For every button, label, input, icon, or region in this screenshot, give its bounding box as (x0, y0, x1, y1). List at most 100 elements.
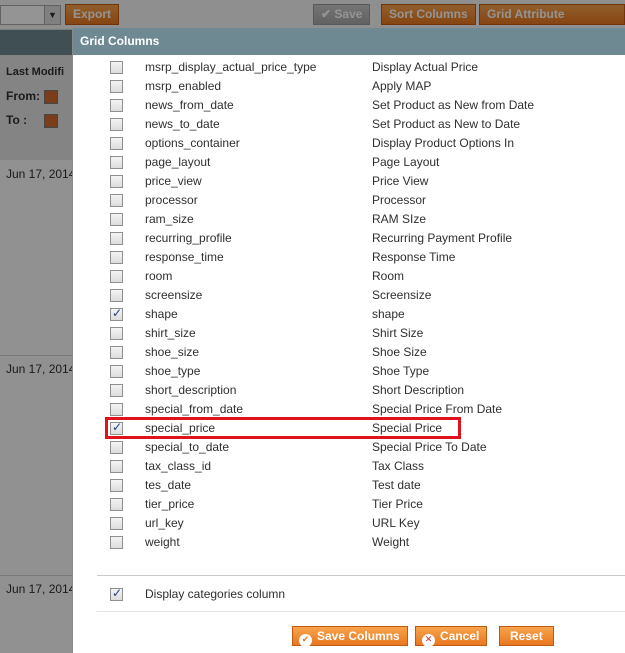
column-row-news-to-date: news_to_date Set Product as New to Date (73, 115, 625, 134)
column-code: tax_class_id (145, 459, 212, 473)
column-label: Page Layout (372, 155, 440, 169)
column-checkbox[interactable] (110, 156, 123, 169)
column-row-price-view: price_view Price View (73, 172, 625, 191)
reset-button[interactable]: Reset (499, 626, 554, 646)
column-checkbox[interactable] (110, 99, 123, 112)
column-code: url_key (145, 516, 184, 530)
column-checkbox[interactable] (110, 194, 123, 207)
column-label: Recurring Payment Profile (372, 231, 513, 245)
column-checkbox[interactable] (110, 137, 123, 150)
column-label: Special Price From Date (372, 402, 503, 416)
column-row-weight: weight Weight (73, 533, 625, 552)
column-row-recurring-profile: recurring_profile Recurring Payment Profi… (73, 229, 625, 248)
column-label: Price View (372, 174, 429, 188)
column-label: Special Price To Date (372, 440, 487, 454)
column-row-tax-class-id: tax_class_id Tax Class (73, 457, 625, 476)
column-label: Test date (372, 478, 421, 492)
column-row-url-key: url_key URL Key (73, 514, 625, 533)
column-label: Weight (372, 535, 410, 549)
column-row-shoe-type: shoe_type Shoe Type (73, 362, 625, 381)
close-circle-icon: ✕ (422, 634, 435, 647)
dialog-title: Grid Columns (73, 28, 625, 55)
display-categories-row: Display categories column (73, 585, 625, 604)
column-checkbox[interactable] (110, 460, 123, 473)
column-code: news_to_date (145, 117, 220, 131)
column-checkbox[interactable] (110, 270, 123, 283)
column-checkbox[interactable] (110, 441, 123, 454)
column-checkbox[interactable] (110, 498, 123, 511)
column-label: Shoe Type (372, 364, 430, 378)
cancel-label: Cancel (440, 629, 480, 643)
column-checkbox[interactable] (110, 61, 123, 74)
column-checkbox[interactable] (110, 327, 123, 340)
column-label: URL Key (372, 516, 420, 530)
column-label: Processor (372, 193, 427, 207)
column-row-room: room Room (73, 267, 625, 286)
column-label: Tax Class (372, 459, 425, 473)
column-row-screensize: screensize Screensize (73, 286, 625, 305)
column-code: msrp_enabled (145, 79, 222, 93)
column-code: news_from_date (145, 98, 234, 112)
column-label: Set Product as New to Date (372, 117, 521, 131)
column-label: shape (372, 307, 405, 321)
column-code: recurring_profile (145, 231, 232, 245)
cancel-button[interactable]: ✕ Cancel (415, 626, 488, 647)
column-code: price_view (145, 174, 202, 188)
column-label: Display Product Options In (372, 136, 515, 150)
column-code: page_layout (145, 155, 211, 169)
column-checkbox[interactable] (110, 175, 123, 188)
divider (97, 575, 625, 576)
column-checkbox[interactable] (110, 403, 123, 416)
column-checkbox[interactable] (110, 118, 123, 131)
column-code: ram_size (145, 212, 194, 226)
column-row-tier-price: tier_price Tier Price (73, 495, 625, 514)
column-checkbox[interactable] (110, 346, 123, 359)
check-circle-icon: ✔ (299, 634, 312, 647)
column-row-news-from-date: news_from_date Set Product as New from Da… (73, 96, 625, 115)
column-code: response_time (145, 250, 224, 264)
column-row-ram-size: ram_size RAM SIze (73, 210, 625, 229)
save-columns-button[interactable]: ✔ Save Columns (292, 626, 408, 647)
column-checkbox[interactable] (110, 384, 123, 397)
column-code: options_container (145, 136, 240, 150)
column-checkbox[interactable] (110, 517, 123, 530)
column-code: processor (145, 193, 198, 207)
column-checkbox[interactable] (110, 289, 123, 302)
display-categories-label: Display categories column (145, 587, 286, 601)
column-checkbox[interactable] (110, 536, 123, 549)
column-checkbox[interactable] (110, 251, 123, 264)
column-row-options-container: options_container Display Product Options… (73, 134, 625, 153)
column-row-tes-date: tes_date Test date (73, 476, 625, 495)
column-label: Screensize (372, 288, 432, 302)
column-row-special-to-date: special_to_date Special Price To Date (73, 438, 625, 457)
column-code: weight (145, 535, 180, 549)
column-checkbox[interactable] (110, 80, 123, 93)
column-checkbox[interactable] (110, 479, 123, 492)
grid-columns-dialog: Grid Columns msrp_display_actual_price_t… (72, 28, 625, 653)
column-code: shirt_size (145, 326, 196, 340)
column-label: Tier Price (372, 497, 423, 511)
column-checkbox[interactable] (110, 365, 123, 378)
column-row-msrp-enabled: msrp_enabled Apply MAP (73, 77, 625, 96)
column-checkbox[interactable] (110, 232, 123, 245)
column-code: shape (145, 307, 178, 321)
column-code: tes_date (145, 478, 192, 492)
highlight-box (105, 417, 461, 439)
column-row-short-description: short_description Short Description (73, 381, 625, 400)
column-row-shape: shape shape (73, 305, 625, 324)
column-row-response-time: response_time Response Time (73, 248, 625, 267)
column-row-processor: processor Processor (73, 191, 625, 210)
column-checkbox[interactable] (110, 213, 123, 226)
column-code: shoe_size (145, 345, 200, 359)
column-label: Short Description (372, 383, 465, 397)
column-row-shirt-size: shirt_size Shirt Size (73, 324, 625, 343)
column-label: Room (372, 269, 405, 283)
column-label: Display Actual Price (372, 60, 479, 74)
divider (97, 611, 625, 612)
column-code: short_description (145, 383, 237, 397)
column-row-msrp-display-actual-price-type: msrp_display_actual_price_type Display Ac… (73, 58, 625, 77)
column-label: RAM SIze (372, 212, 427, 226)
column-code: screensize (145, 288, 203, 302)
display-categories-checkbox[interactable] (110, 586, 123, 601)
column-checkbox[interactable] (110, 306, 123, 321)
